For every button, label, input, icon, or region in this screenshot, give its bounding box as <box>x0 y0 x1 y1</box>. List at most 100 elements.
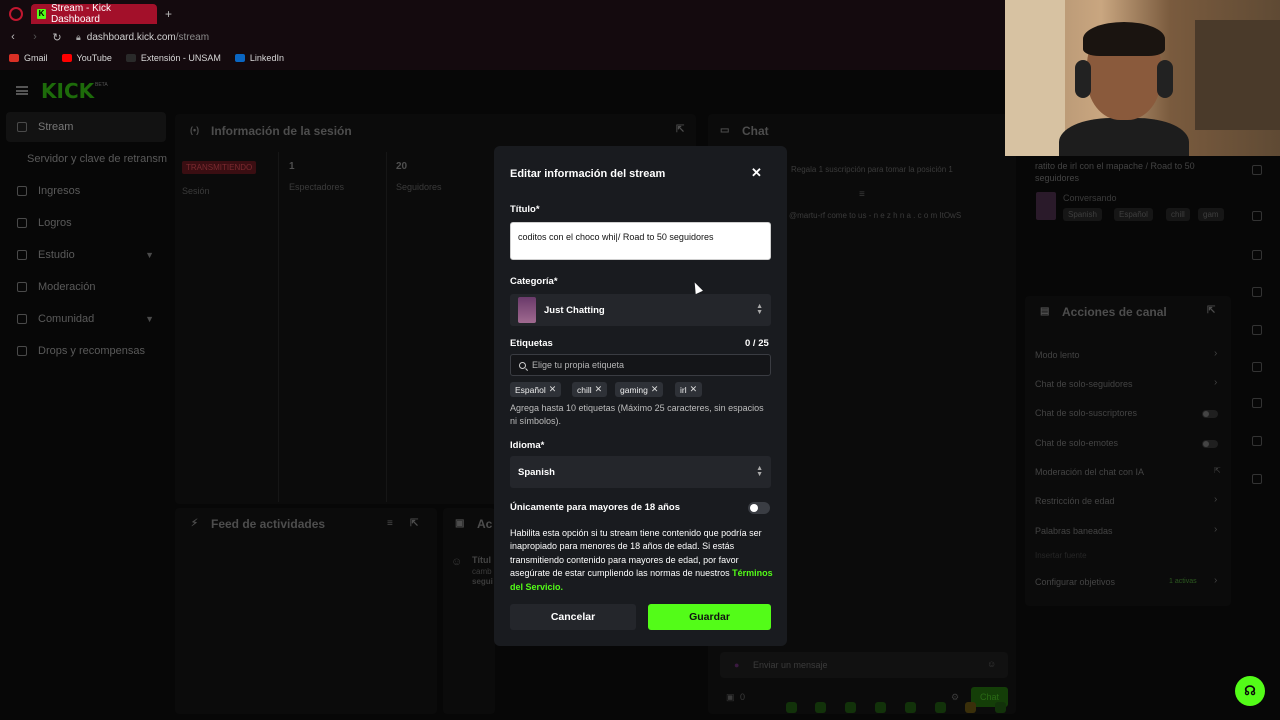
message-icon[interactable] <box>1252 325 1262 335</box>
lock-icon[interactable]: 🔒︎ <box>76 32 81 43</box>
sidebar-item-drops[interactable]: Drops y recompensas <box>0 336 172 366</box>
back-icon[interactable]: ‹ <box>4 31 22 43</box>
emote-icon[interactable] <box>815 702 826 713</box>
sidebar-item-label: Drops y recompensas <box>38 345 145 357</box>
goals-status: 1 activas <box>1169 578 1197 585</box>
emote-icon[interactable] <box>845 702 856 713</box>
tag-chip: irl ✕ <box>675 382 703 397</box>
adult-content-text: Habilita esta opción si tu stream tiene … <box>510 528 762 579</box>
subscribers-only-toggle[interactable] <box>1202 410 1218 418</box>
remove-tag-icon[interactable]: ✕ <box>595 384 603 395</box>
slow-mode-row[interactable]: Modo lento <box>1035 350 1080 360</box>
kick-logo[interactable]: KICK <box>41 79 94 103</box>
bookmark-youtube[interactable]: YouTube <box>61 53 112 63</box>
save-button[interactable]: Guardar <box>648 604 771 630</box>
chevron-down-icon: ▼ <box>145 314 154 324</box>
stream-title-input[interactable]: coditos con el choco whi|/ Road to 50 se… <box>510 222 771 260</box>
linkedin-icon <box>234 54 245 62</box>
session-label: Sesión <box>182 186 210 196</box>
emote-icon[interactable] <box>965 702 976 713</box>
sidebar-item-community[interactable]: Comunidad ▼ <box>0 304 172 334</box>
popout-icon[interactable]: ⇱ <box>676 124 684 135</box>
url-path[interactable]: /stream <box>176 32 209 43</box>
stream-category: Conversando <box>1063 193 1117 203</box>
bookmark-linkedin[interactable]: LinkedIn <box>234 53 284 63</box>
sidebar-item-income[interactable]: Ingresos <box>0 176 172 206</box>
emote-icon[interactable] <box>875 702 886 713</box>
sidebar-item-label: Estudio <box>38 249 75 261</box>
sidebar-item-achievements[interactable]: Logros <box>0 208 172 238</box>
bookmark-gmail[interactable]: Gmail <box>9 53 48 63</box>
support-chat-button[interactable]: ☊ <box>1235 676 1265 706</box>
channel-actions-title: Acciones de canal <box>1062 305 1167 319</box>
address-bar: ‹ › ↻ 🔒︎ dashboard.kick.com /stream <box>0 28 1005 46</box>
puzzle-icon[interactable] <box>1252 474 1262 484</box>
filter-icon[interactable]: ≡ <box>859 189 865 200</box>
url-host[interactable]: dashboard.kick.com <box>87 32 176 43</box>
divider <box>278 152 279 502</box>
filter-icon[interactable]: ≡ <box>387 518 393 529</box>
bolt-icon[interactable] <box>1252 250 1262 260</box>
category-select[interactable]: Just Chatting ▲ ▼ <box>510 294 771 326</box>
opera-browser-icon[interactable] <box>9 7 23 21</box>
list-icon: ▣ <box>455 518 465 529</box>
ai-moderation-row[interactable]: Moderación del chat con IA <box>1035 467 1144 477</box>
emote-icon[interactable] <box>905 702 916 713</box>
layers-icon[interactable] <box>1252 398 1262 408</box>
followers-only-row[interactable]: Chat de solo-seguidores <box>1035 379 1133 389</box>
banned-words-row[interactable]: Palabras baneadas <box>1035 526 1113 536</box>
select-caret-icon: ▲ ▼ <box>756 303 763 316</box>
remove-tag-icon[interactable]: ✕ <box>690 384 698 395</box>
close-icon[interactable] <box>1252 211 1262 221</box>
chat-viewer-count: 0 <box>740 692 746 702</box>
stream-tag: Spanish <box>1063 208 1102 221</box>
remove-tag-icon[interactable]: ✕ <box>651 384 659 395</box>
cancel-button[interactable]: Cancelar <box>510 604 636 630</box>
new-tab-button[interactable]: + <box>165 7 172 21</box>
gear-icon[interactable]: ⚙ <box>951 692 959 703</box>
emote-icon[interactable] <box>935 702 946 713</box>
emote-icon[interactable] <box>786 702 797 713</box>
edit-icon[interactable] <box>1252 165 1262 175</box>
terms-period: . <box>560 581 564 592</box>
sidebar-item-server-key[interactable]: Servidor y clave de retransm <box>0 144 172 174</box>
language-select[interactable]: Spanish ▲ ▼ <box>510 456 771 488</box>
sidebar-item-stream[interactable]: Stream <box>6 112 166 142</box>
emote-picker-icon[interactable]: ☺ <box>987 659 996 669</box>
actions-panel-title: Ac <box>477 517 493 531</box>
headphones-icon <box>1075 60 1091 98</box>
close-icon[interactable]: ✕ <box>751 165 762 181</box>
adult-content-description: Habilita esta opción si tu stream tiene … <box>510 527 773 594</box>
popout-icon[interactable]: ⇱ <box>410 518 418 529</box>
browser-tab-active[interactable]: K Stream - Kick Dashboard <box>31 3 157 25</box>
mic-icon[interactable]: ● <box>734 660 739 670</box>
tag-search-input[interactable]: Elige tu propia etiqueta <box>510 354 771 376</box>
activity-text: camb <box>472 567 492 576</box>
tags-count: 0 / 25 <box>745 338 769 349</box>
bookmark-label: Gmail <box>24 53 48 63</box>
adult-content-toggle[interactable] <box>748 502 770 514</box>
bookmark-extension[interactable]: Extensión - UNSAM <box>125 53 221 63</box>
menu-icon[interactable] <box>16 86 28 95</box>
webcam-person-body <box>1059 118 1189 156</box>
actions-panel <box>443 508 495 714</box>
document-icon[interactable] <box>1252 287 1262 297</box>
wrench-icon[interactable] <box>1252 436 1262 446</box>
age-restriction-row[interactable]: Restricción de edad <box>1035 496 1115 506</box>
tags-label: Etiquetas <box>510 338 553 349</box>
emote-icon[interactable] <box>995 702 1006 713</box>
sidebar-item-moderation[interactable]: Moderación <box>0 272 172 302</box>
broadcast-icon[interactable] <box>1252 362 1262 372</box>
viewers-value: 1 <box>289 161 295 172</box>
goals-row[interactable]: Configurar objetivos <box>1035 577 1115 587</box>
forward-icon[interactable]: › <box>26 31 44 43</box>
emotes-only-toggle[interactable] <box>1202 440 1218 448</box>
popout-icon[interactable]: ⇱ <box>1207 305 1215 316</box>
sidebar-item-studio[interactable]: Estudio ▼ <box>0 240 172 270</box>
category-value: Just Chatting <box>544 304 605 316</box>
gmail-icon <box>9 54 19 62</box>
reload-icon[interactable]: ↻ <box>48 31 66 44</box>
stream-tag: Español <box>1114 208 1153 221</box>
remove-tag-icon[interactable]: ✕ <box>549 384 557 395</box>
community-icon <box>17 314 27 324</box>
